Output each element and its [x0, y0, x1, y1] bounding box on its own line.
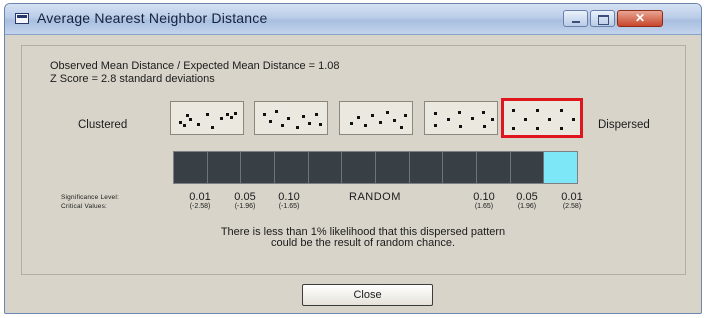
significance-segment [342, 152, 377, 183]
significance-segment [207, 152, 242, 183]
level-value: 0.10 [278, 191, 300, 203]
pattern-thumb-clustered [170, 101, 244, 135]
level-value: 0.10 [473, 191, 495, 203]
significance-segment [308, 152, 343, 183]
window-title: Average Nearest Neighbor Distance [37, 10, 268, 26]
significance-segment [275, 152, 309, 183]
significance-segment [174, 152, 208, 183]
dispersed-label: Dispersed [598, 119, 650, 131]
zscore-text: Z Score = 2.8 standard deviations [50, 73, 215, 85]
level-value: 0.05 [234, 191, 256, 203]
significance-segment [443, 152, 478, 183]
critical-value: (2.58) [562, 203, 582, 210]
pattern-thumb-dispersed-selected [501, 98, 583, 138]
close-button[interactable]: Close [302, 284, 433, 306]
significance-segment [510, 152, 545, 183]
significance-segment [376, 152, 410, 183]
significance-level-label: Significance Level: [61, 194, 119, 201]
title-bar[interactable]: Average Nearest Neighbor Distance ✕ [5, 4, 701, 35]
significance-segment-active [544, 152, 578, 183]
critical-value: (1.65) [474, 203, 494, 210]
level-value: 0.01 [189, 191, 211, 203]
level-value: 0.05 [516, 191, 538, 203]
critical-value: (1.96) [517, 203, 537, 210]
dialog-window: Average Nearest Neighbor Distance ✕ Obse… [4, 3, 702, 314]
random-label: RANDOM [349, 191, 401, 203]
clustered-label: Clustered [78, 119, 128, 131]
significance-segment [409, 152, 444, 183]
ratio-text: Observed Mean Distance / Expected Mean D… [50, 60, 340, 72]
significance-bar [173, 151, 578, 184]
interpretation-line-2: could be the result of random chance. [270, 237, 456, 249]
pattern-thumb-4 [424, 101, 498, 135]
significance-segment [241, 152, 276, 183]
maximize-icon[interactable] [590, 10, 615, 27]
pattern-thumb-2 [254, 101, 328, 135]
window-icon [15, 13, 29, 24]
minimize-icon[interactable] [563, 10, 588, 27]
significance-segment [477, 152, 511, 183]
critical-value: (-1.65) [278, 203, 300, 210]
level-value: 0.01 [561, 191, 583, 203]
critical-values-label: Critical Values: [61, 203, 108, 210]
close-icon[interactable]: ✕ [617, 10, 663, 27]
pattern-thumb-random [339, 101, 413, 135]
critical-value: (-2.58) [189, 203, 211, 210]
critical-value: (-1.96) [234, 203, 256, 210]
